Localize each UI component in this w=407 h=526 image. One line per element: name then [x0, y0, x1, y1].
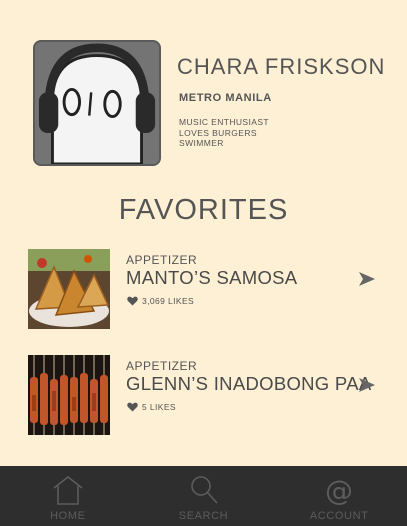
profile-tag: LOVES BURGERS	[179, 127, 257, 138]
nav-item-home[interactable]: HOME	[0, 466, 136, 526]
food-thumbnail	[28, 249, 110, 329]
search-icon	[190, 476, 218, 504]
favorite-likes-count: 5 LIKES	[142, 402, 176, 412]
chevron-right-icon[interactable]	[358, 271, 376, 287]
profile-location: METRO MANILA	[179, 92, 272, 104]
heart-icon	[127, 296, 138, 306]
profile-header: CHARA FRISKSON METRO MANILA MUSIC ENTHUS…	[33, 40, 393, 168]
inadobong-paa-image	[28, 355, 110, 435]
favorite-likes: 3,069 LIKES	[127, 296, 194, 306]
bottom-nav: HOME SEARCH @ ACCOUNT	[0, 466, 407, 526]
nav-item-account[interactable]: @ ACCOUNT	[271, 466, 407, 526]
favorite-name[interactable]: MANTO’S SAMOSA	[126, 267, 297, 289]
favorites-title: FAVORITES	[118, 194, 289, 226]
profile-tag: MUSIC ENTHUSIAST	[179, 117, 269, 127]
avatar-illustration	[35, 42, 159, 164]
favorite-item-samosa[interactable]: APPETIZER MANTO’S SAMOSA 3,069 LIKES	[28, 249, 380, 331]
favorite-item-inadobong-paa[interactable]: APPETIZER GLENN’S INADOBONG PAA 5 LIKES	[28, 355, 380, 437]
samosa-image	[28, 249, 110, 329]
nav-label: HOME	[50, 510, 86, 522]
favorite-category: APPETIZER	[126, 359, 198, 373]
favorite-name[interactable]: GLENN’S INADOBONG PAA	[126, 373, 371, 395]
nav-label: ACCOUNT	[309, 510, 369, 522]
favorite-likes: 5 LIKES	[127, 402, 176, 412]
svg-text:@: @	[325, 474, 353, 506]
avatar[interactable]	[33, 40, 161, 166]
profile-tag: SWIMMER	[179, 138, 224, 148]
nav-item-search[interactable]: SEARCH	[136, 466, 272, 526]
favorite-category: APPETIZER	[126, 253, 198, 267]
profile-name: CHARA FRISKSON	[177, 54, 386, 79]
at-icon: @	[325, 474, 353, 506]
heart-icon	[127, 402, 138, 412]
home-icon	[53, 475, 83, 505]
food-thumbnail	[28, 355, 110, 435]
favorite-likes-count: 3,069 LIKES	[142, 296, 195, 306]
nav-label: SEARCH	[178, 510, 229, 522]
app-screen: CHARA FRISKSON METRO MANILA MUSIC ENTHUS…	[0, 0, 407, 526]
profile-tags: MUSIC ENTHUSIAST LOVES BURGERS SWIMMER	[179, 117, 269, 149]
chevron-right-icon[interactable]	[358, 377, 376, 393]
